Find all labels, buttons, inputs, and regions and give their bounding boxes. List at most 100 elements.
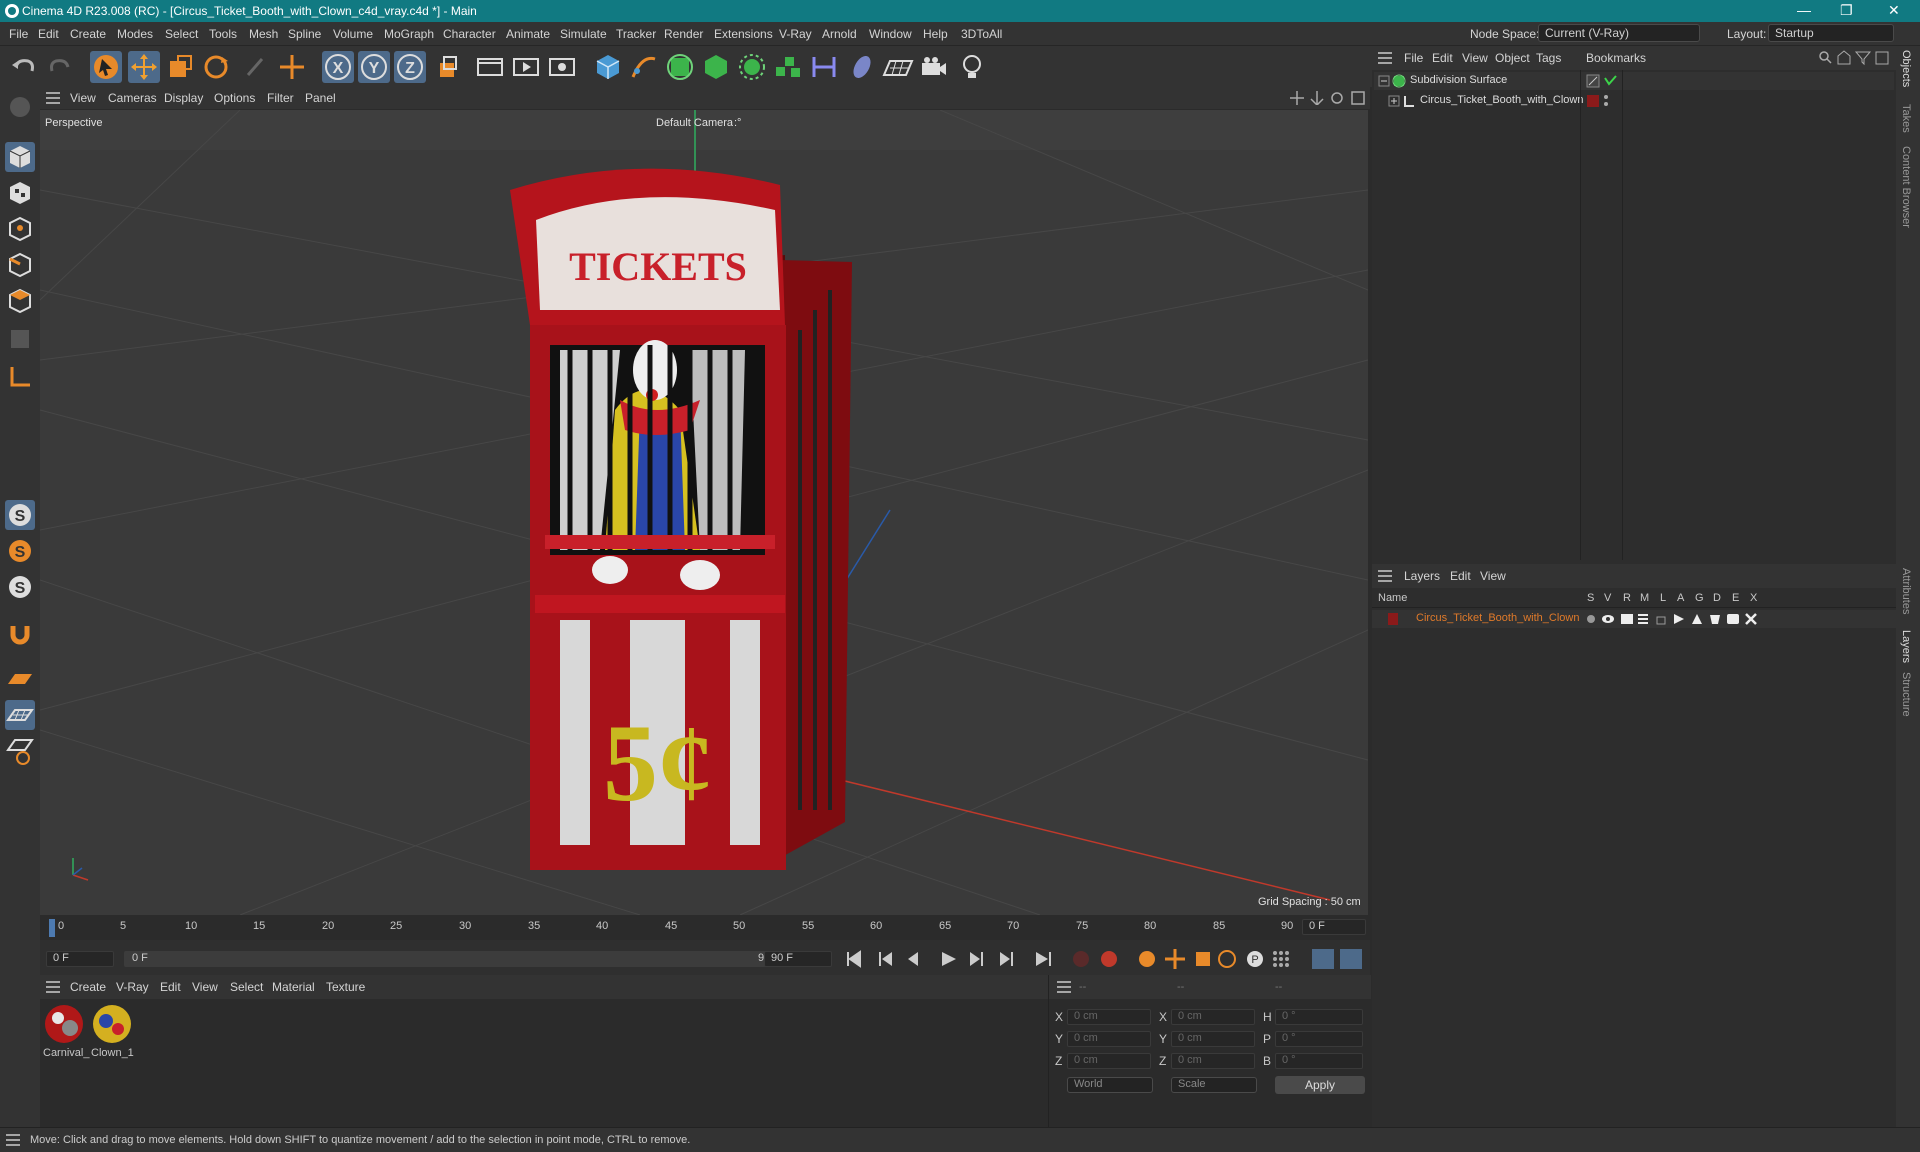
tab-attributes[interactable]: Attributes [1900,568,1912,614]
mat-menu-view[interactable]: View [192,980,218,994]
playback-controls[interactable] [840,948,1080,970]
tab-takes[interactable]: Takes [1900,104,1912,133]
bend-deformer-icon[interactable] [808,51,840,83]
vp-menu-cameras[interactable]: Cameras [108,91,157,105]
vp-menu-filter[interactable]: Filter [267,91,294,105]
axis-mode-icon[interactable] [5,362,35,392]
vp-menu-display[interactable]: Display [164,91,203,105]
soft-selection-icon[interactable]: S [5,572,35,602]
uv-mode-icon[interactable] [5,324,35,354]
obj-menu-edit[interactable]: Edit [1432,51,1453,65]
extrude-icon[interactable] [700,51,732,83]
hamburger-menu-icon[interactable] [46,981,60,993]
polygons-mode-icon[interactable] [5,286,35,316]
z-axis-icon[interactable]: Z [394,51,426,83]
menu-vray[interactable]: V-Ray [779,27,812,41]
apply-button[interactable]: Apply [1275,1076,1365,1094]
layer-name[interactable]: Circus_Ticket_Booth_with_Clown [1416,612,1579,624]
grid-plane-icon[interactable] [5,700,35,730]
snap-settings-icon[interactable]: S [5,536,35,566]
position-y-field[interactable]: 0 cm [1067,1031,1151,1047]
menu-3dtoall[interactable]: 3DToAll [961,27,1002,41]
floor-icon[interactable] [882,51,914,83]
expand-icon[interactable] [1388,95,1400,107]
coordinate-mode-select[interactable]: Scale [1171,1077,1257,1093]
menu-tools[interactable]: Tools [209,27,237,41]
mat-menu-texture[interactable]: Texture [326,980,365,994]
light-icon[interactable] [956,51,988,83]
obj-menu-file[interactable]: File [1404,51,1423,65]
render-settings-icon[interactable] [546,51,578,83]
rotation-p-field[interactable]: 0 ° [1275,1031,1363,1047]
playhead[interactable] [49,919,55,937]
mat-menu-material[interactable]: Material [272,980,315,994]
render-icon[interactable] [510,51,542,83]
hamburger-menu-icon[interactable] [1378,570,1392,582]
mat-menu-vray[interactable]: V-Ray [116,980,149,994]
layer-row[interactable]: Circus_Ticket_Booth_with_Clown [1372,610,1896,628]
camera-icon[interactable] [918,51,950,83]
tab-objects[interactable]: Objects [1900,50,1912,87]
obj-menu-object[interactable]: Object [1495,51,1530,65]
hamburger-menu-icon[interactable] [1057,981,1071,993]
snap-icon[interactable]: S [5,500,35,530]
layer-color-swatch[interactable] [1384,613,1398,625]
mat-menu-edit[interactable]: Edit [160,980,181,994]
points-mode-icon[interactable] [5,214,35,244]
hamburger-menu-icon[interactable] [1378,52,1392,64]
make-editable-icon[interactable] [5,92,35,122]
model-mode-icon[interactable] [5,142,35,172]
recent-tool-icon[interactable] [240,51,272,83]
menu-arnold[interactable]: Arnold [822,27,857,41]
texture-mode-icon[interactable] [5,178,35,208]
keyframe-controls[interactable]: P [1070,948,1366,970]
rotate-tool-icon[interactable] [200,51,232,83]
scale-tool-icon[interactable] [164,51,196,83]
edges-mode-icon[interactable] [5,250,35,280]
menu-render[interactable]: Render [664,27,703,41]
subdivision-tags-icon[interactable] [1586,74,1618,88]
menu-animate[interactable]: Animate [506,27,550,41]
obj-menu-tags[interactable]: Tags [1536,51,1561,65]
coordinate-system-icon[interactable] [432,51,464,83]
menu-file[interactable]: File [9,27,28,41]
menu-mesh[interactable]: Mesh [249,27,278,41]
minimize-button[interactable]: — [1797,2,1811,18]
obj-menu-bookmarks[interactable]: Bookmarks [1586,51,1646,65]
hamburger-menu-icon[interactable] [6,1134,20,1146]
menu-simulate[interactable]: Simulate [560,27,607,41]
size-y-field[interactable]: 0 cm [1171,1031,1255,1047]
y-axis-icon[interactable]: Y [358,51,390,83]
position-z-field[interactable]: 0 cm [1067,1053,1151,1069]
timeline-ruler[interactable]: 0 5 10 15 20 25 30 35 40 45 50 55 60 65 … [40,915,1370,940]
menu-tracker[interactable]: Tracker [616,27,656,41]
move-tool-icon[interactable] [128,51,160,83]
render-view-icon[interactable] [474,51,506,83]
subdivision-icon[interactable] [664,51,696,83]
tree-item-label[interactable]: Subdivision Surface [1410,74,1507,86]
add-tool-icon[interactable] [276,51,308,83]
vp-menu-panel[interactable]: Panel [305,91,336,105]
layer-color-tag-icon[interactable] [1586,94,1618,108]
magnet-icon[interactable] [5,618,35,648]
menu-help[interactable]: Help [923,27,948,41]
mat-menu-create[interactable]: Create [70,980,106,994]
x-axis-icon[interactable]: X [322,51,354,83]
hamburger-menu-icon[interactable] [46,92,60,104]
layer-menu-layers[interactable]: Layers [1404,569,1440,583]
rotation-b-field[interactable]: 0 ° [1275,1053,1363,1069]
vp-menu-view[interactable]: View [70,91,96,105]
menu-create[interactable]: Create [70,27,106,41]
current-frame-field[interactable]: 0 F [1302,919,1366,935]
viewport-nav-icons[interactable] [1290,91,1366,105]
object-manager-tool-icons[interactable] [1818,50,1892,66]
rotation-h-field[interactable]: 0 ° [1275,1009,1363,1025]
menu-modes[interactable]: Modes [117,27,153,41]
select-arrow-icon[interactable] [90,51,122,83]
vp-menu-options[interactable]: Options [214,91,255,105]
maximize-button[interactable]: ❐ [1840,2,1853,19]
cloner-icon[interactable] [736,51,768,83]
pen-spline-icon[interactable] [628,51,660,83]
close-button[interactable]: ✕ [1888,2,1900,19]
node-space-select[interactable]: Current (V-Ray) [1538,24,1700,42]
